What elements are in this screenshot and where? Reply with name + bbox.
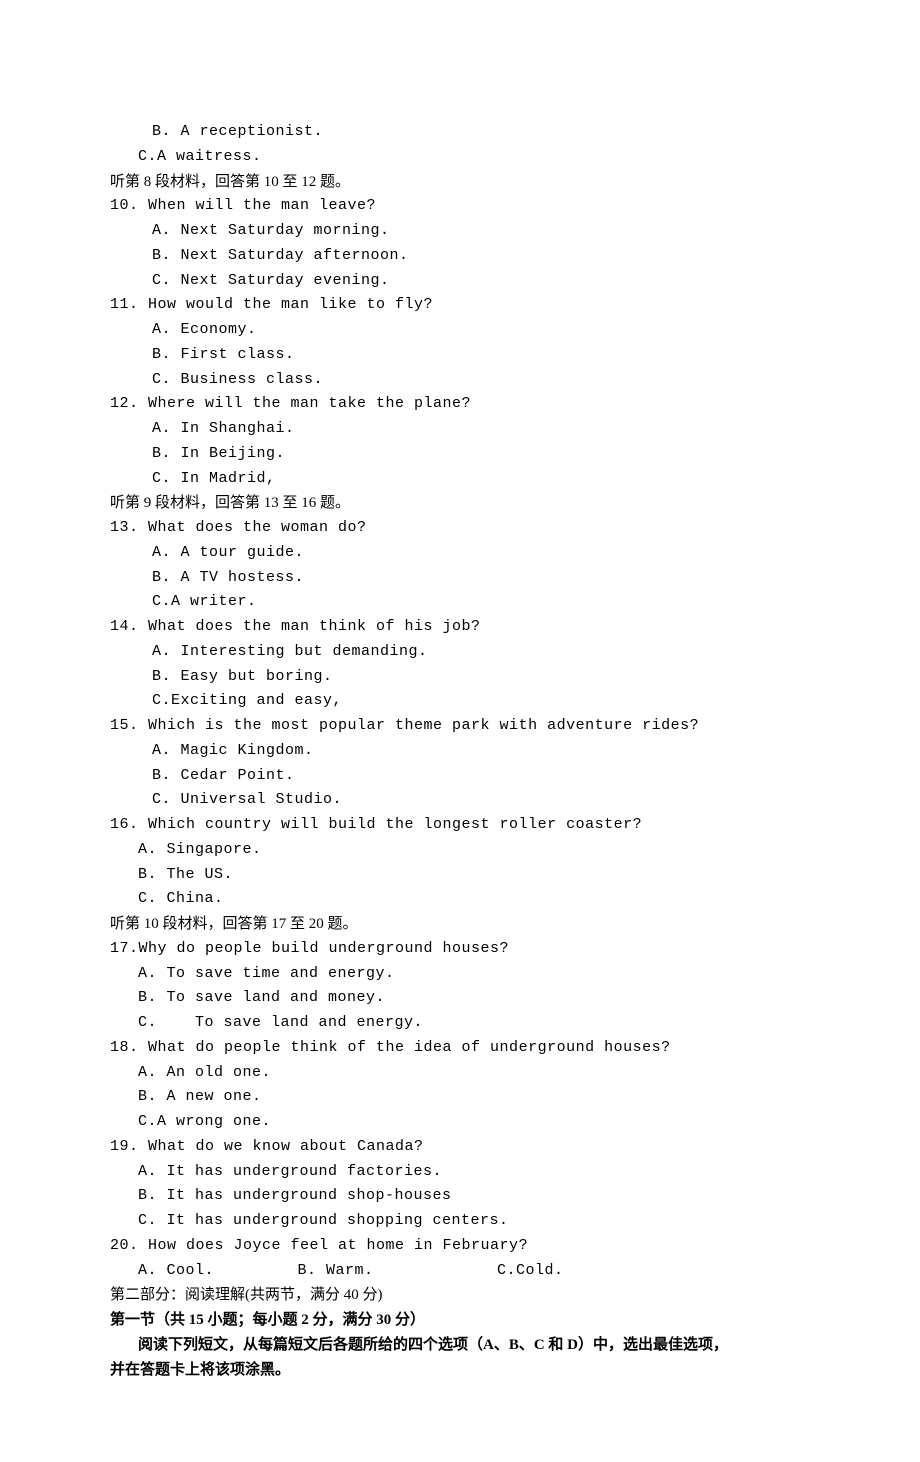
q19-stem: 19. What do we know about Canada? <box>110 1135 810 1160</box>
q13-stem: 13. What does the woman do? <box>110 516 810 541</box>
q14-option-b: B. Easy but boring. <box>110 665 810 690</box>
q17-stem: 17.Why do people build underground house… <box>110 937 810 962</box>
q20-option-a: A. Cool. <box>138 1259 288 1284</box>
part2-instruction-line1: 阅读下列短文，从每篇短文后各题所给的四个选项（A、B、C 和 D）中，选出最佳选… <box>110 1333 810 1358</box>
q16-option-c: C. China. <box>110 887 810 912</box>
passage9-intro: 听第 9 段材料，回答第 13 至 16 题。 <box>110 491 810 516</box>
q15-stem: 15. Which is the most popular theme park… <box>110 714 810 739</box>
prior-option-c: C.A waitress. <box>110 145 810 170</box>
q15-option-b: B. Cedar Point. <box>110 764 810 789</box>
q10-option-c: C. Next Saturday evening. <box>110 269 810 294</box>
q20-option-b: B. Warm. <box>298 1259 488 1284</box>
q20-stem: 20. How does Joyce feel at home in Febru… <box>110 1234 810 1259</box>
passage10-intro: 听第 10 段材料，回答第 17 至 20 题。 <box>110 912 810 937</box>
q13-option-a: A. A tour guide. <box>110 541 810 566</box>
q11-stem: 11. How would the man like to fly? <box>110 293 810 318</box>
q10-option-b: B. Next Saturday afternoon. <box>110 244 810 269</box>
q12-option-b: B. In Beijing. <box>110 442 810 467</box>
q19-option-a: A. It has underground factories. <box>110 1160 810 1185</box>
q18-stem: 18. What do people think of the idea of … <box>110 1036 810 1061</box>
q14-stem: 14. What does the man think of his job? <box>110 615 810 640</box>
part2-section1-header: 第一节（共 15 小题；每小题 2 分，满分 30 分） <box>110 1308 810 1333</box>
q15-option-a: A. Magic Kingdom. <box>110 739 810 764</box>
q10-stem: 10. When will the man leave? <box>110 194 810 219</box>
q12-stem: 12. Where will the man take the plane? <box>110 392 810 417</box>
q18-option-c: C.A wrong one. <box>110 1110 810 1135</box>
q18-option-b: B. A new one. <box>110 1085 810 1110</box>
q13-option-b: B. A TV hostess. <box>110 566 810 591</box>
q12-option-a: A. In Shanghai. <box>110 417 810 442</box>
q16-option-a: A. Singapore. <box>110 838 810 863</box>
q18-option-a: A. An old one. <box>110 1061 810 1086</box>
q19-option-b: B. It has underground shop-houses <box>110 1184 810 1209</box>
part2-header: 第二部分：阅读理解(共两节，满分 40 分) <box>110 1283 810 1308</box>
part2-instruction-line2: 并在答题卡上将该项涂黑。 <box>110 1358 810 1383</box>
q11-option-b: B. First class. <box>110 343 810 368</box>
q11-option-c: C. Business class. <box>110 368 810 393</box>
q17-option-b: B. To save land and money. <box>110 986 810 1011</box>
q19-option-c: C. It has underground shopping centers. <box>110 1209 810 1234</box>
q12-option-c: C. In Madrid, <box>110 467 810 492</box>
q20-options-row: A. Cool. B. Warm. C.Cold. <box>110 1259 810 1284</box>
passage8-intro: 听第 8 段材料，回答第 10 至 12 题。 <box>110 170 810 195</box>
prior-option-b: B. A receptionist. <box>110 120 810 145</box>
q17-option-a: A. To save time and energy. <box>110 962 810 987</box>
q16-option-b: B. The US. <box>110 863 810 888</box>
q10-option-a: A. Next Saturday morning. <box>110 219 810 244</box>
q14-option-c: C.Exciting and easy, <box>110 689 810 714</box>
q13-option-c: C.A writer. <box>110 590 810 615</box>
q14-option-a: A. Interesting but demanding. <box>110 640 810 665</box>
q15-option-c: C. Universal Studio. <box>110 788 810 813</box>
q11-option-a: A. Economy. <box>110 318 810 343</box>
q17-option-c: C. To save land and energy. <box>110 1011 810 1036</box>
q20-option-c: C.Cold. <box>497 1259 564 1284</box>
q16-stem: 16. Which country will build the longest… <box>110 813 810 838</box>
